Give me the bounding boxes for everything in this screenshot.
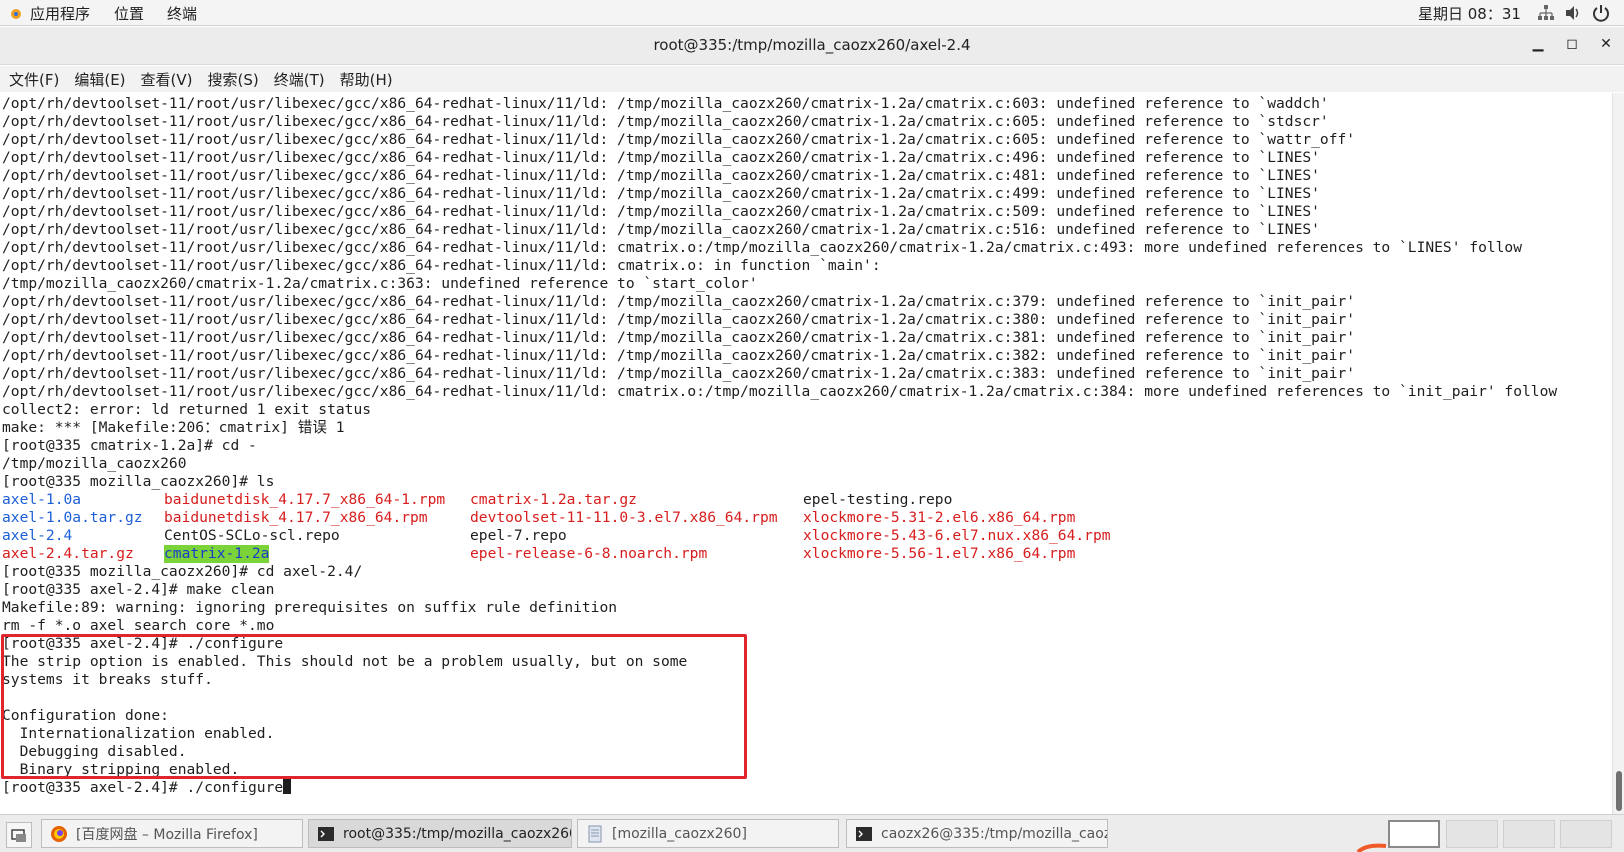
taskbar-item-label: caozx26@335:/tmp/mozilla_caozx… (881, 825, 1107, 842)
terminal-line: /opt/rh/devtoolset-11/root/usr/libexec/g… (2, 95, 1329, 112)
ls-entry: xlockmore-5.56-1.el7.x86_64.rpm (803, 545, 1076, 562)
menu-search[interactable]: 搜索(S) (208, 69, 259, 90)
taskbar-item-terminal-caozx[interactable]: caozx26@335:/tmp/mozilla_caozx… (846, 819, 1108, 848)
minimize-button[interactable]: ▁ (1528, 36, 1548, 56)
window-title: root@335:/tmp/mozilla_caozx260/axel-2.4 (653, 36, 971, 54)
applications-icon (11, 8, 21, 19)
terminal-line: [root@335 mozilla_caozx260]# ls (2, 473, 275, 490)
terminal-line: /opt/rh/devtoolset-11/root/usr/libexec/g… (2, 131, 1356, 148)
terminal-scrollbar[interactable] (1612, 93, 1624, 814)
terminal-line: [root@335 mozilla_caozx260]# cd axel-2.4… (2, 563, 363, 580)
taskbar-item-terminal-root[interactable]: root@335:/tmp/mozilla_caozx260/… (308, 819, 572, 848)
terminal-line: /opt/rh/devtoolset-11/root/usr/libexec/g… (2, 347, 1356, 364)
maximize-button[interactable]: ◻ (1562, 36, 1582, 56)
ls-entry: baidunetdisk_4.17.7_x86_64.rpm (164, 509, 428, 526)
show-desktop-button[interactable] (6, 822, 32, 848)
terminal-icon (318, 826, 334, 841)
ls-entry: epel-release-6-8.noarch.rpm (470, 545, 708, 562)
menu-terminal[interactable]: 终端(T) (274, 69, 325, 90)
terminal-line: [root@335 cmatrix-1.2a]# cd - (2, 437, 257, 454)
top-panel: 应用程序 位置 终端 星期日 08：31 (0, 0, 1624, 26)
terminal-line: collect2: error: ld returned 1 exit stat… (2, 401, 372, 418)
terminal-line: /opt/rh/devtoolset-11/root/usr/libexec/g… (2, 383, 1558, 400)
terminal-line: /opt/rh/devtoolset-11/root/usr/libexec/g… (2, 365, 1356, 382)
ls-entry: cmatrix-1.2a.tar.gz (470, 491, 637, 508)
terminal-line: make: *** [Makefile:206：cmatrix] 错误 1 (2, 419, 345, 436)
close-button[interactable]: ✕ (1596, 36, 1616, 56)
ls-entry: devtoolset-11-11.0-3.el7.x86_64.rpm (470, 509, 778, 526)
ls-entry: xlockmore-5.31-2.el6.x86_64.rpm (803, 509, 1076, 526)
ls-entry: xlockmore-5.43-6.el7.nux.x86_64.rpm (803, 527, 1111, 544)
terminal-line: /opt/rh/devtoolset-11/root/usr/libexec/g… (2, 293, 1356, 310)
ls-entry: axel-1.0a (2, 491, 82, 508)
terminal-line: /tmp/mozilla_caozx260 (2, 455, 187, 472)
taskbar-item-label: [mozilla_caozx260] (612, 825, 747, 842)
file-manager-icon (588, 825, 602, 842)
workspace-4[interactable] (1560, 820, 1612, 848)
show-desktop-icon (11, 829, 26, 842)
terminal-app-label: 终端 (167, 5, 198, 23)
clock[interactable]: 星期日 08：31 (1418, 3, 1521, 24)
terminal-line: /opt/rh/devtoolset-11/root/usr/libexec/g… (2, 329, 1356, 346)
terminal-line: /opt/rh/devtoolset-11/root/usr/libexec/g… (2, 311, 1356, 328)
taskbar-item-label: [百度网盘 – Mozilla Firefox] (76, 826, 258, 843)
taskbar-item-firefox[interactable]: [百度网盘 – Mozilla Firefox] (41, 819, 303, 848)
ls-entry: axel-2.4 (2, 527, 73, 544)
terminal-app-menu[interactable]: 终端 (167, 3, 197, 24)
ls-entry: axel-1.0a.tar.gz (2, 509, 143, 526)
terminal-line: /opt/rh/devtoolset-11/root/usr/libexec/g… (2, 257, 881, 274)
places-label: 位置 (114, 5, 145, 23)
terminal-line: /opt/rh/devtoolset-11/root/usr/libexec/g… (2, 221, 1320, 238)
network-icon[interactable] (1537, 4, 1555, 22)
taskbar-item-label: root@335:/tmp/mozilla_caozx260/… (343, 825, 572, 842)
ls-entry: axel-2.4.tar.gz (2, 545, 134, 562)
places-menu[interactable]: 位置 (114, 3, 144, 24)
terminal-line: /opt/rh/devtoolset-11/root/usr/libexec/g… (2, 167, 1320, 184)
text-cursor (283, 779, 292, 794)
terminal-line: Makefile:89: warning: ignoring prerequis… (2, 599, 618, 616)
menu-file[interactable]: 文件(F) (9, 69, 59, 90)
terminal-icon (856, 826, 872, 841)
applications-label: 应用程序 (30, 5, 91, 23)
ls-entry: baidunetdisk_4.17.7_x86_64-1.rpm (164, 491, 446, 508)
menu-view[interactable]: 查看(V) (141, 69, 193, 90)
power-icon[interactable] (1592, 4, 1610, 22)
terminal-prompt-line: [root@335 axel-2.4]# ./configure (2, 779, 292, 797)
menu-help[interactable]: 帮助(H) (340, 69, 393, 90)
terminal-line: rm -f *.o axel search core *.mo (2, 617, 275, 634)
menu-edit[interactable]: 编辑(E) (74, 69, 125, 90)
terminal-line: /opt/rh/devtoolset-11/root/usr/libexec/g… (2, 239, 1523, 256)
ls-entry: epel-testing.repo (803, 491, 953, 508)
terminal-line: [root@335 axel-2.4]# make clean (2, 581, 275, 598)
terminal-line: /opt/rh/devtoolset-11/root/usr/libexec/g… (2, 113, 1329, 130)
terminal-line: /opt/rh/devtoolset-11/root/usr/libexec/g… (2, 203, 1320, 220)
workspace-2[interactable] (1446, 820, 1498, 848)
ls-entry: cmatrix-1.2a (164, 545, 270, 563)
annotation-highlight-box (1, 634, 747, 779)
terminal-line: /tmp/mozilla_caozx260/cmatrix-1.2a/cmatr… (2, 275, 758, 292)
taskbar-item-files[interactable]: [mozilla_caozx260] (577, 819, 839, 848)
volume-icon[interactable] (1564, 4, 1582, 22)
terminal-menubar: 文件(F) 编辑(E) 查看(V) 搜索(S) 终端(T) 帮助(H) (0, 66, 1624, 92)
terminal-line: /opt/rh/devtoolset-11/root/usr/libexec/g… (2, 149, 1320, 166)
current-command: [root@335 axel-2.4]# ./configure (2, 779, 284, 796)
terminal-line: /opt/rh/devtoolset-11/root/usr/libexec/g… (2, 185, 1320, 202)
firefox-icon (51, 825, 67, 842)
ls-entry: epel-7.repo (470, 527, 567, 544)
ls-entry: CentOS-SCLo-scl.repo (164, 527, 340, 544)
annotation-stroke (1356, 843, 1387, 852)
applications-menu[interactable]: 应用程序 (8, 3, 90, 24)
workspace-3[interactable] (1503, 820, 1555, 848)
window-titlebar[interactable]: root@335:/tmp/mozilla_caozx260/axel-2.4 … (0, 27, 1624, 65)
scrollbar-thumb[interactable] (1616, 771, 1622, 811)
